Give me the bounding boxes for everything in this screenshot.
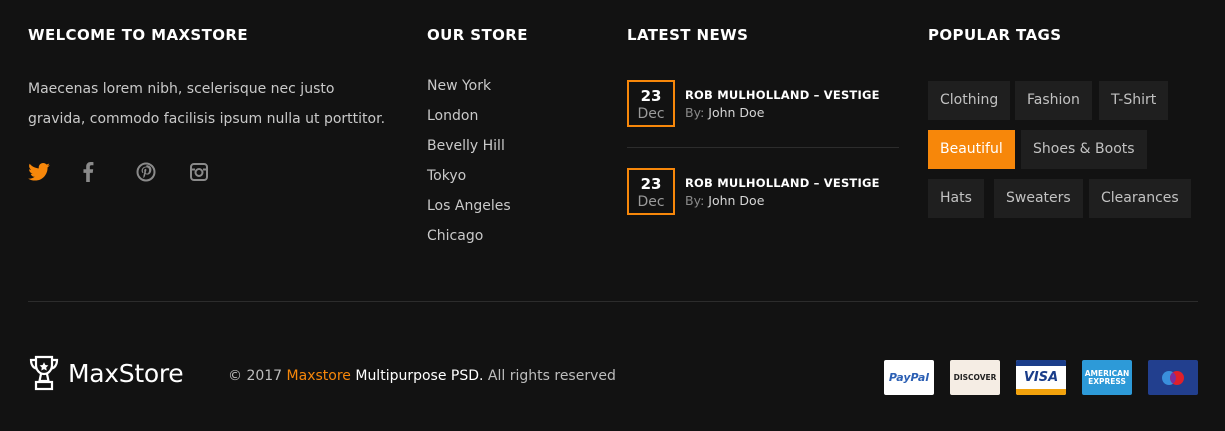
store-location-bevelly-hill[interactable]: Bevelly Hill xyxy=(427,136,511,166)
store-heading: OUR STORE xyxy=(427,26,528,44)
footer-brand[interactable]: MaxStore xyxy=(28,354,184,392)
news-byline: By: John Doe xyxy=(685,105,764,120)
tag-sweaters[interactable]: Sweaters xyxy=(994,179,1083,218)
payment-methods: PayPal DISCOVER VISA AMERICAN EXPRESS xyxy=(884,360,1198,395)
twitter-icon[interactable] xyxy=(28,160,82,184)
tag-t-shirt[interactable]: T-Shirt xyxy=(1099,81,1169,120)
discover-label: DISCOVER xyxy=(953,373,997,382)
store-location-chicago[interactable]: Chicago xyxy=(427,226,511,256)
amex-label: AMERICAN EXPRESS xyxy=(1084,368,1130,386)
news-date-day: 23 xyxy=(640,175,662,193)
maestro-card-icon xyxy=(1148,360,1198,395)
pinterest-icon[interactable] xyxy=(136,160,190,184)
news-date-day: 23 xyxy=(640,87,662,105)
tag-clearances[interactable]: Clearances xyxy=(1089,179,1191,218)
instagram-icon[interactable] xyxy=(190,160,244,184)
news-author[interactable]: John Doe xyxy=(708,193,764,208)
footer-divider xyxy=(28,301,1198,302)
welcome-heading: WELCOME TO MAXSTORE xyxy=(28,26,248,44)
visa-label: VISA xyxy=(1023,370,1059,385)
amex-card-icon: AMERICAN EXPRESS xyxy=(1082,360,1132,395)
news-date-month: Dec xyxy=(637,194,665,210)
tags-heading: POPULAR TAGS xyxy=(928,26,1062,44)
tag-hats[interactable]: Hats xyxy=(928,179,984,218)
tag-shoes-boots[interactable]: Shoes & Boots xyxy=(1021,130,1147,169)
store-location-los-angeles[interactable]: Los Angeles xyxy=(427,196,511,226)
tag-fashion[interactable]: Fashion xyxy=(1015,81,1092,120)
news-title-link[interactable]: ROB MULHOLLAND – VESTIGE xyxy=(685,88,880,102)
store-location-london[interactable]: London xyxy=(427,106,511,136)
news-by-label: By: xyxy=(685,105,705,120)
store-location-new-york[interactable]: New York xyxy=(427,76,511,106)
tag-clothing[interactable]: Clothing xyxy=(928,81,1011,120)
news-divider xyxy=(627,147,899,148)
discover-card-icon: DISCOVER xyxy=(950,360,1000,395)
news-date-badge: 23 Dec xyxy=(627,168,675,215)
news-by-label: By: xyxy=(685,193,705,208)
copyright-suffix: All rights reserved xyxy=(487,368,616,384)
copyright-product: Multipurpose PSD. xyxy=(355,368,484,384)
paypal-card-icon: PayPal xyxy=(884,360,934,395)
brand-name: MaxStore xyxy=(68,358,184,388)
store-location-tokyo[interactable]: Tokyo xyxy=(427,166,511,196)
trophy-icon xyxy=(29,355,59,391)
copyright-text: © 2017 Maxstore Multipurpose PSD. All ri… xyxy=(228,368,616,384)
news-author[interactable]: John Doe xyxy=(708,105,764,120)
news-byline: By: John Doe xyxy=(685,193,764,208)
welcome-text: Maecenas lorem nibh, scelerisque nec jus… xyxy=(28,81,386,127)
news-date-month: Dec xyxy=(637,106,665,122)
news-heading: LATEST NEWS xyxy=(627,26,749,44)
copyright-prefix: © 2017 xyxy=(228,368,283,384)
copyright-brand-link[interactable]: Maxstore xyxy=(287,368,351,384)
store-location-list: New York London Bevelly Hill Tokyo Los A… xyxy=(427,76,511,256)
news-title-link[interactable]: ROB MULHOLLAND – VESTIGE xyxy=(685,176,880,190)
tag-beautiful[interactable]: Beautiful xyxy=(928,130,1015,169)
facebook-icon[interactable] xyxy=(82,160,136,184)
paypal-label: PayPal xyxy=(888,371,930,384)
visa-card-icon: VISA xyxy=(1016,360,1066,395)
social-links xyxy=(28,160,244,184)
news-date-badge: 23 Dec xyxy=(627,80,675,127)
